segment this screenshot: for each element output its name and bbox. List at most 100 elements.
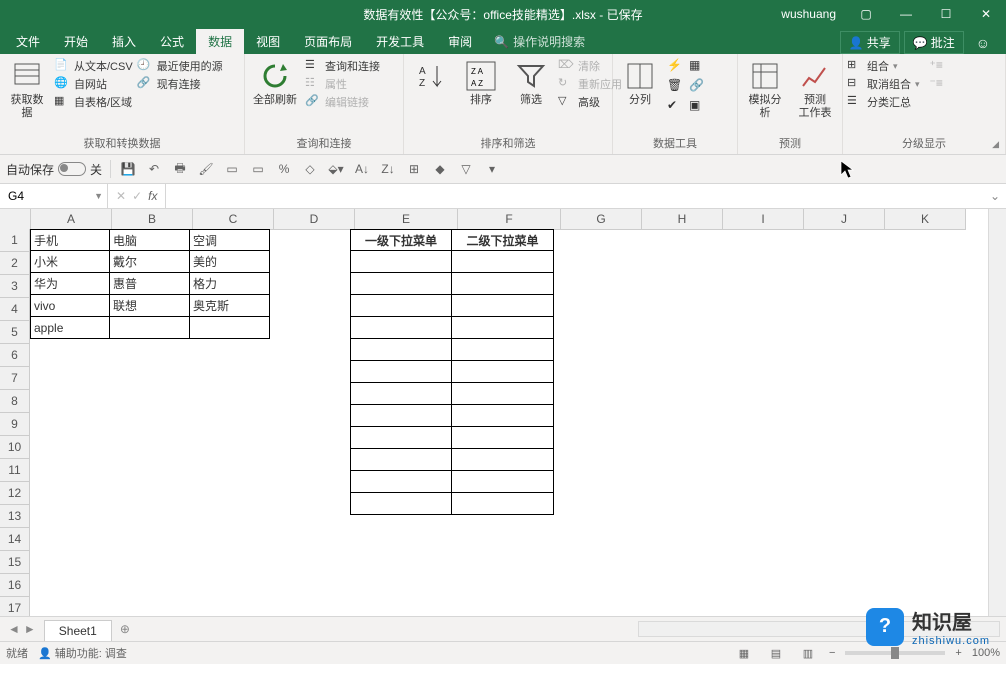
save-icon[interactable]: 💾 [119,160,137,178]
cell-E13[interactable] [350,493,452,515]
row-header[interactable]: 9 [0,413,30,436]
col-header[interactable]: D [274,209,355,230]
queries-connections-button[interactable]: ☰查询和连接 [305,58,380,74]
cell-F1[interactable]: 二级下拉菜单 [452,229,554,251]
col-header[interactable]: H [642,209,723,230]
from-text-csv-button[interactable]: 📄从文本/CSV [54,58,133,74]
cell-B5[interactable] [110,317,190,339]
sheet-next-icon[interactable]: ► [24,622,36,636]
col-header[interactable]: E [355,209,458,230]
zoom-out-button[interactable]: − [829,647,835,659]
relationships-icon[interactable]: 🔗 [689,78,705,94]
row-header[interactable]: 13 [0,505,30,528]
row-header[interactable]: 5 [0,321,30,344]
recent-sources-button[interactable]: 🕘最近使用的源 [137,58,223,74]
row-header[interactable]: 10 [0,436,30,459]
cell-C3[interactable]: 格力 [190,273,270,295]
tell-me-search[interactable]: 🔍 操作说明搜索 [484,29,595,54]
normal-view-icon[interactable]: ▦ [733,644,755,662]
col-header[interactable]: B [112,209,193,230]
cell-E6[interactable] [350,339,452,361]
cell-C5[interactable] [190,317,270,339]
page-layout-icon[interactable]: ▤ [765,644,787,662]
cell-F3[interactable] [452,273,554,295]
col-header[interactable]: J [804,209,885,230]
col-header[interactable]: I [723,209,804,230]
row-header[interactable]: 2 [0,252,30,275]
filter-qat-icon[interactable]: ▽ [457,160,475,178]
share-button[interactable]: 👤共享 [840,31,900,54]
shape1-icon[interactable]: ▭ [223,160,241,178]
shape2-icon[interactable]: ▭ [249,160,267,178]
undo-icon[interactable]: ↶ [145,160,163,178]
col-header[interactable]: K [885,209,966,230]
namebox-dropdown-icon[interactable]: ▼ [94,191,103,201]
cell-C4[interactable]: 奥克斯 [190,295,270,317]
tab-file[interactable]: 文件 [4,29,52,54]
vertical-scrollbar[interactable] [988,209,1006,616]
show-detail-icon[interactable]: ⁺≡ [930,58,946,74]
row-header[interactable]: 7 [0,367,30,390]
sort-button[interactable]: Z AA Z排序 [458,58,504,109]
cell-A4[interactable]: vivo [30,295,110,317]
cell-F12[interactable] [452,471,554,493]
sheet-prev-icon[interactable]: ◄ [8,622,20,636]
tab-insert[interactable]: 插入 [100,29,148,54]
sort-desc-icon[interactable]: Z↓ [379,160,397,178]
cell-E8[interactable] [350,383,452,405]
row-header[interactable]: 3 [0,275,30,298]
cell-A1[interactable]: 手机 [30,229,110,251]
tab-review[interactable]: 审阅 [436,29,484,54]
cell-F8[interactable] [452,383,554,405]
cell-E4[interactable] [350,295,452,317]
cell-F2[interactable] [452,251,554,273]
cell-E9[interactable] [350,405,452,427]
tab-dev[interactable]: 开发工具 [364,29,436,54]
row-header[interactable]: 1 [0,229,30,252]
maximize-button[interactable]: ☐ [926,0,966,28]
cell-E11[interactable] [350,449,452,471]
cell-E10[interactable] [350,427,452,449]
cell-C1[interactable]: 空调 [190,229,270,251]
eraser-icon[interactable]: ◇ [301,160,319,178]
hide-detail-icon[interactable]: ⁻≡ [930,76,946,92]
cell-B4[interactable]: 联想 [110,295,190,317]
row-header[interactable]: 11 [0,459,30,482]
subtotal-button[interactable]: ☰分类汇总 [847,94,920,110]
cell-B3[interactable]: 惠普 [110,273,190,295]
cell-F4[interactable] [452,295,554,317]
select-all-corner[interactable] [0,209,31,230]
a11y-status[interactable]: 👤 辅助功能: 调查 [38,645,127,661]
cell-F5[interactable] [452,317,554,339]
percent-icon[interactable]: % [275,160,293,178]
flash-fill-icon[interactable]: ⚡ [667,58,683,74]
data-validation-icon[interactable]: ✔ [667,98,683,114]
diamond-icon[interactable]: ◆ [431,160,449,178]
name-box[interactable]: ▼ [0,184,108,208]
fx-icon[interactable]: fx [148,189,157,203]
row-header[interactable]: 6 [0,344,30,367]
more-icon[interactable]: ▾ [483,160,501,178]
worksheet-grid[interactable]: ABCDEFGHIJK 1234567891011121314151617 手机… [0,209,1006,616]
from-table-button[interactable]: ▦自表格/区域 [54,94,133,110]
cell-F10[interactable] [452,427,554,449]
remove-dup-icon[interactable]: 🗑 [667,78,683,94]
forecast-sheet-button[interactable]: 预测 工作表 [792,58,838,122]
tab-formulas[interactable]: 公式 [148,29,196,54]
ribbon-options-icon[interactable]: ▢ [846,0,886,28]
toggle-off[interactable] [58,162,86,176]
name-box-input[interactable] [6,188,70,204]
col-header[interactable]: A [31,209,112,230]
cell-A3[interactable]: 华为 [30,273,110,295]
format-painter-icon[interactable]: 🖌 [197,160,215,178]
cell-C2[interactable]: 美的 [190,251,270,273]
print-icon[interactable]: 🖶 [171,160,189,178]
sort-az-button[interactable]: AZ [408,58,454,94]
expand-formula-icon[interactable]: ⌄ [990,189,1000,203]
from-web-button[interactable]: 🌐自网站 [54,76,133,92]
group-button[interactable]: ⊞组合 ▾ [847,58,920,74]
comments-button[interactable]: 💬批注 [904,31,964,54]
cell-B2[interactable]: 戴尔 [110,251,190,273]
tab-home[interactable]: 开始 [52,29,100,54]
autosave-toggle[interactable]: 自动保存 关 [6,161,102,178]
